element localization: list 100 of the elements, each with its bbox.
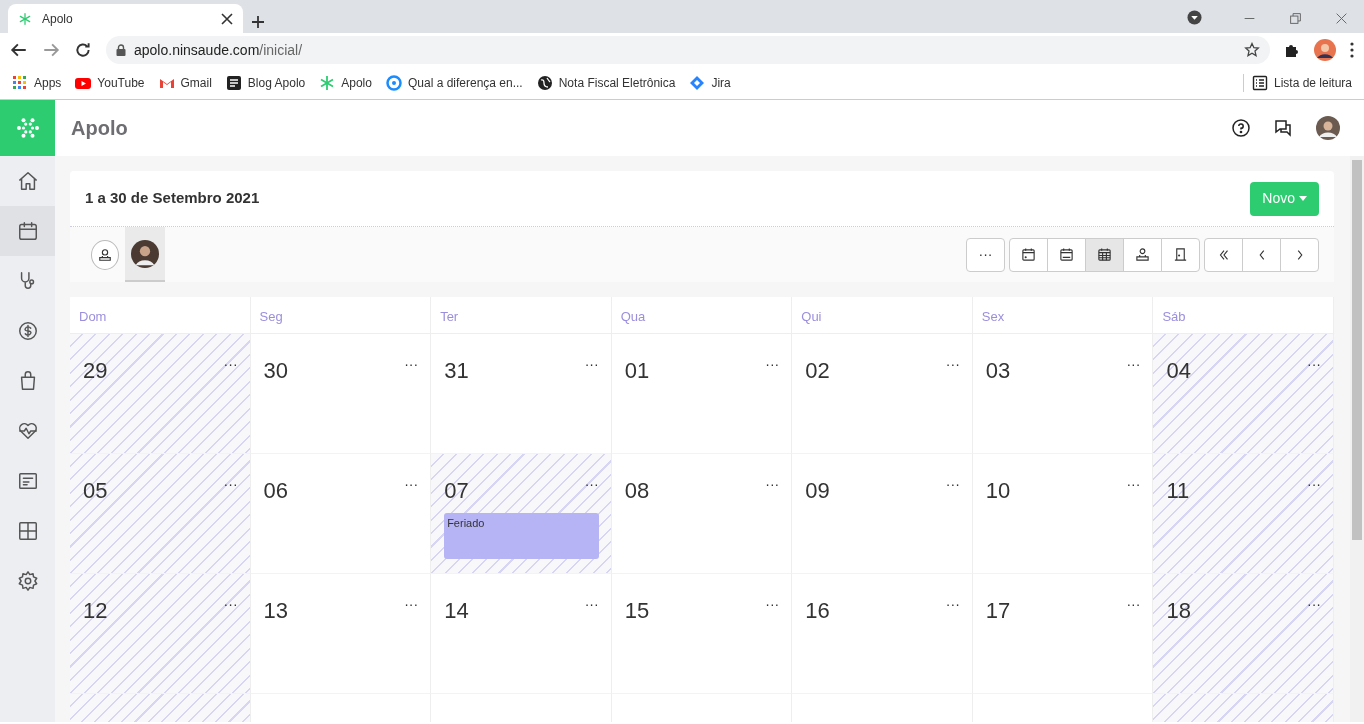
- weekday-header: Qui: [792, 297, 973, 334]
- kebab-menu-icon[interactable]: [1350, 42, 1354, 58]
- dropdown-icon[interactable]: [1187, 10, 1202, 25]
- day-number: 30: [263, 357, 289, 385]
- forward-icon[interactable]: [42, 41, 60, 59]
- document-icon: [16, 470, 39, 492]
- more-button[interactable]: ···: [223, 594, 238, 615]
- more-button[interactable]: ···: [1126, 594, 1141, 615]
- day-number: 14: [444, 597, 469, 625]
- more-button[interactable]: ···: [223, 474, 238, 495]
- dollar-icon: [16, 320, 39, 342]
- professional-filter-tab[interactable]: [125, 227, 165, 282]
- app-logo-icon: [15, 116, 40, 140]
- puzzle-icon[interactable]: [1284, 42, 1300, 58]
- list-icon: [1251, 75, 1268, 91]
- calendar-week-icon: [1059, 247, 1074, 262]
- more-button[interactable]: ···: [765, 474, 780, 495]
- person-icon: [98, 247, 112, 262]
- day-number: 03: [985, 357, 1011, 385]
- more-button[interactable]: ···: [584, 594, 599, 615]
- more-button[interactable]: ···: [584, 354, 599, 375]
- day-number: 04: [1166, 357, 1191, 385]
- chat-icon[interactable]: [1274, 119, 1292, 137]
- back-icon[interactable]: [10, 41, 28, 59]
- day-number: 01: [624, 357, 650, 385]
- day-number: 29: [83, 357, 108, 385]
- bookmark-link[interactable]: Qual a diferença en...: [385, 74, 523, 92]
- scrollbar[interactable]: [1350, 156, 1364, 722]
- user-avatar[interactable]: [1316, 116, 1340, 140]
- view-button[interactable]: [1085, 237, 1124, 272]
- more-button[interactable]: ···: [584, 474, 599, 495]
- calendar-icon: [16, 220, 39, 242]
- more-button[interactable]: ···: [765, 354, 780, 375]
- grid-icon: [16, 520, 39, 542]
- weekday-header: Sex: [972, 297, 1154, 334]
- more-button[interactable]: ···: [1307, 354, 1321, 375]
- day-number: 06: [263, 477, 289, 505]
- globe-icon: [536, 75, 553, 91]
- lock-icon: [116, 44, 126, 56]
- sidebar-item[interactable]: [0, 206, 55, 256]
- weekday-header: Ter: [431, 297, 612, 334]
- bookmark-link[interactable]: Apps: [12, 74, 62, 92]
- plus-icon[interactable]: [251, 15, 265, 29]
- day-number: 18: [1166, 597, 1191, 625]
- more-button[interactable]: ···: [404, 594, 419, 615]
- more-button[interactable]: ···: [404, 354, 419, 375]
- home-icon: [16, 170, 39, 192]
- more-button[interactable]: ···: [966, 237, 1005, 272]
- door-icon: [1173, 247, 1188, 262]
- bookmark-link[interactable]: Apolo: [319, 74, 372, 92]
- more-button[interactable]: ···: [765, 594, 780, 615]
- more-button[interactable]: ···: [945, 474, 960, 495]
- reading-list-button[interactable]: Lista de leitura: [1242, 74, 1352, 92]
- day-number: 09: [805, 477, 830, 505]
- view-button[interactable]: [1047, 237, 1086, 272]
- day-number: 07: [444, 477, 469, 505]
- more-button[interactable]: ···: [223, 354, 238, 375]
- view-button[interactable]: [1123, 237, 1162, 272]
- more-button[interactable]: ···: [1126, 474, 1141, 495]
- day-number: 11: [1166, 477, 1190, 505]
- help-icon[interactable]: [1232, 119, 1250, 137]
- view-button[interactable]: [1009, 237, 1048, 272]
- address-bar[interactable]: apolo.ninsaude.com/inicial/: [106, 36, 1270, 64]
- close-icon[interactable]: [221, 12, 233, 25]
- day-number: 10: [985, 477, 1011, 505]
- day-number: 16: [805, 597, 830, 625]
- more-button[interactable]: ···: [1307, 474, 1321, 495]
- bookmark-link[interactable]: YouTube: [75, 74, 145, 92]
- bookmark-link[interactable]: Nota Fiscal Eletrônica: [536, 74, 676, 92]
- bookmark-link[interactable]: Jira: [689, 74, 731, 92]
- heart-pulse-icon: [16, 420, 39, 442]
- day-number: 08: [624, 477, 650, 505]
- reload-icon[interactable]: [74, 41, 92, 59]
- caret-icon: [1299, 196, 1307, 201]
- play-icon: [75, 75, 92, 91]
- weekday-header: Qua: [611, 297, 793, 334]
- view-button[interactable]: [1161, 237, 1200, 272]
- weekday-header: Seg: [250, 297, 432, 334]
- day-number: 31: [444, 357, 469, 385]
- app-logo-icon: [18, 11, 32, 26]
- star-icon[interactable]: [1244, 42, 1260, 58]
- document-icon: [225, 75, 242, 91]
- more-button[interactable]: ···: [1307, 594, 1321, 615]
- diamond-icon: [689, 75, 706, 91]
- calendar-day-icon: [1021, 247, 1036, 262]
- bookmark-link[interactable]: Gmail: [158, 74, 212, 92]
- app-title: Apolo: [71, 116, 129, 141]
- more-button[interactable]: ···: [945, 354, 960, 375]
- day-number: 17: [985, 597, 1011, 625]
- more-button[interactable]: ···: [945, 594, 960, 615]
- profile-avatar[interactable]: [1314, 39, 1336, 61]
- apps-grid-icon: [12, 75, 28, 91]
- period-title: 1 a 30 de Setembro 2021: [85, 188, 260, 209]
- gear-icon: [16, 570, 39, 592]
- user-avatar: [131, 238, 159, 269]
- more-button[interactable]: ···: [1126, 354, 1141, 375]
- event-block[interactable]: Feriado: [444, 513, 599, 559]
- day-number: 05: [83, 477, 108, 505]
- more-button[interactable]: ···: [404, 474, 419, 495]
- bookmark-link[interactable]: Blog Apolo: [225, 74, 306, 92]
